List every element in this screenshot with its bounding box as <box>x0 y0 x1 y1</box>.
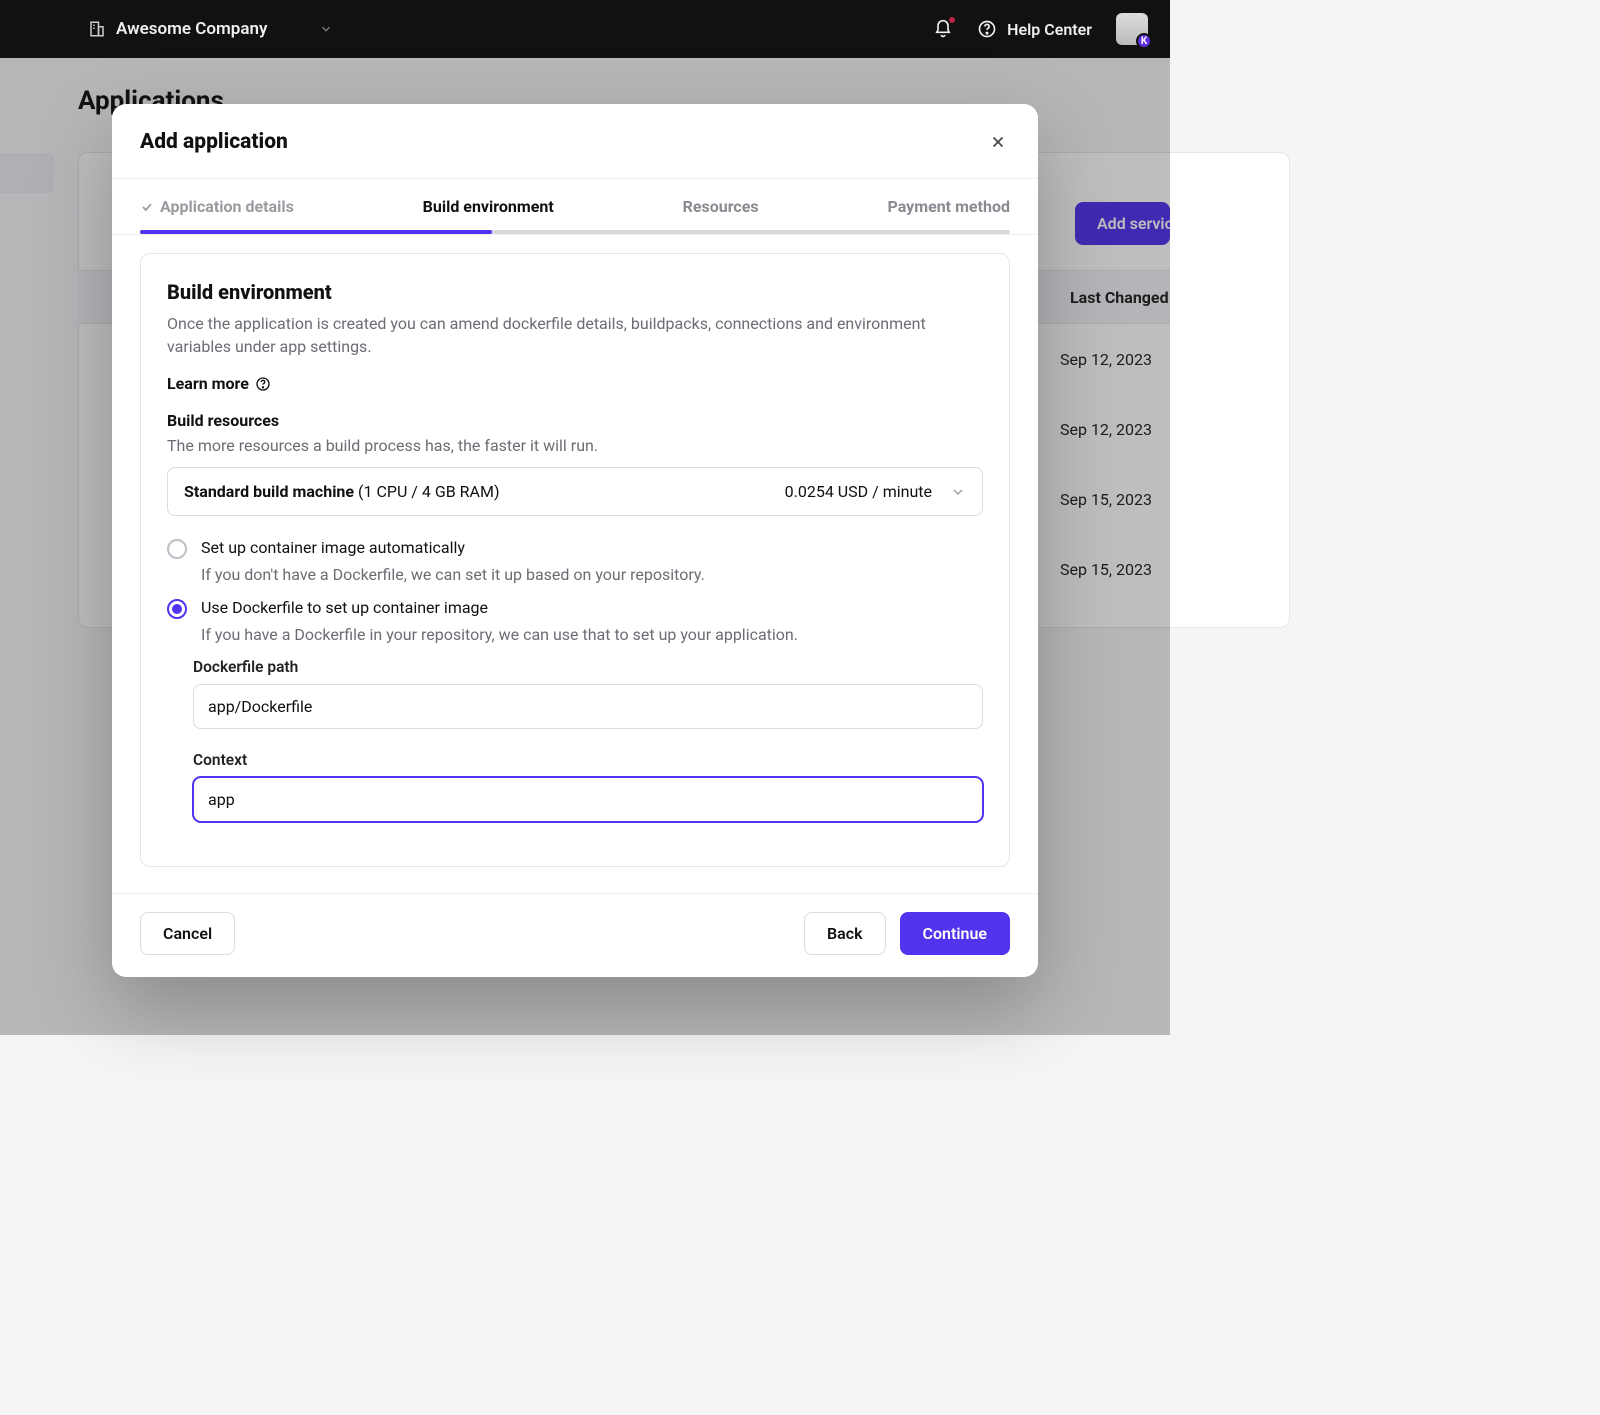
build-resources-heading: Build resources <box>167 411 983 430</box>
step-label: Payment method <box>887 197 1010 216</box>
context-input[interactable] <box>193 777 983 822</box>
company-selector[interactable]: Awesome Company <box>88 19 333 39</box>
radio-auto[interactable] <box>167 539 187 559</box>
learn-more-link[interactable]: Learn more <box>167 374 271 393</box>
modal-title: Add application <box>140 130 288 154</box>
building-icon <box>88 20 106 38</box>
chevron-down-icon <box>319 22 333 36</box>
help-icon <box>977 19 997 39</box>
modal-body: Build environment Once the application i… <box>112 235 1038 893</box>
step-label: Application details <box>160 197 294 216</box>
help-center-label: Help Center <box>1007 20 1092 39</box>
machine-name: Standard build machine <box>184 482 354 501</box>
dockerfile-path-label: Dockerfile path <box>193 658 983 676</box>
build-machine-select[interactable]: Standard build machine (1 CPU / 4 GB RAM… <box>167 467 983 516</box>
context-label: Context <box>193 751 983 769</box>
radio-dockerfile[interactable] <box>167 599 187 619</box>
option-dockerfile[interactable]: Use Dockerfile to set up container image <box>167 598 983 619</box>
panel-heading: Build environment <box>167 280 983 304</box>
help-center-link[interactable]: Help Center <box>977 19 1092 39</box>
avatar-badge: K <box>1136 33 1152 49</box>
build-environment-panel: Build environment Once the application i… <box>140 253 1010 867</box>
step-build-environment[interactable]: Build environment <box>423 179 554 230</box>
topbar: Awesome Company Help Center K <box>0 0 1170 58</box>
radio-auto-desc: If you don't have a Dockerfile, we can s… <box>201 565 983 584</box>
radio-dockerfile-desc: If you have a Dockerfile in your reposit… <box>201 625 983 644</box>
panel-description: Once the application is created you can … <box>167 312 983 358</box>
close-icon <box>989 133 1007 151</box>
step-label: Resources <box>683 197 759 216</box>
dockerfile-path-input[interactable] <box>193 684 983 729</box>
company-name: Awesome Company <box>116 19 267 39</box>
learn-more-label: Learn more <box>167 374 249 393</box>
build-resources-desc: The more resources a build process has, … <box>167 436 983 455</box>
continue-button[interactable]: Continue <box>900 912 1010 955</box>
chevron-down-icon <box>950 484 966 500</box>
machine-price: 0.0254 USD / minute <box>785 482 932 501</box>
steps-progress-fill <box>140 230 492 234</box>
wizard-steps: Application details Build environment Re… <box>112 178 1038 235</box>
radio-dockerfile-label: Use Dockerfile to set up container image <box>201 598 488 617</box>
cancel-button[interactable]: Cancel <box>140 912 235 955</box>
check-icon <box>140 200 154 214</box>
step-payment-method[interactable]: Payment method <box>887 179 1010 230</box>
topbar-right: Help Center K <box>933 13 1148 45</box>
help-icon <box>255 376 271 392</box>
step-resources[interactable]: Resources <box>683 179 759 230</box>
notifications-button[interactable] <box>933 19 953 39</box>
close-button[interactable] <box>986 130 1010 154</box>
modal-header: Add application <box>112 104 1038 178</box>
step-application-details[interactable]: Application details <box>140 179 294 230</box>
step-label: Build environment <box>423 197 554 216</box>
notification-dot-icon <box>949 17 955 23</box>
radio-auto-label: Set up container image automatically <box>201 538 465 557</box>
add-application-modal: Add application Application details Buil… <box>112 104 1038 977</box>
user-avatar[interactable]: K <box>1116 13 1148 45</box>
modal-footer: Cancel Back Continue <box>112 893 1038 977</box>
back-button[interactable]: Back <box>804 912 886 955</box>
steps-progress-track <box>140 230 1010 234</box>
machine-spec: (1 CPU / 4 GB RAM) <box>358 482 500 501</box>
option-auto-container[interactable]: Set up container image automatically <box>167 538 983 559</box>
